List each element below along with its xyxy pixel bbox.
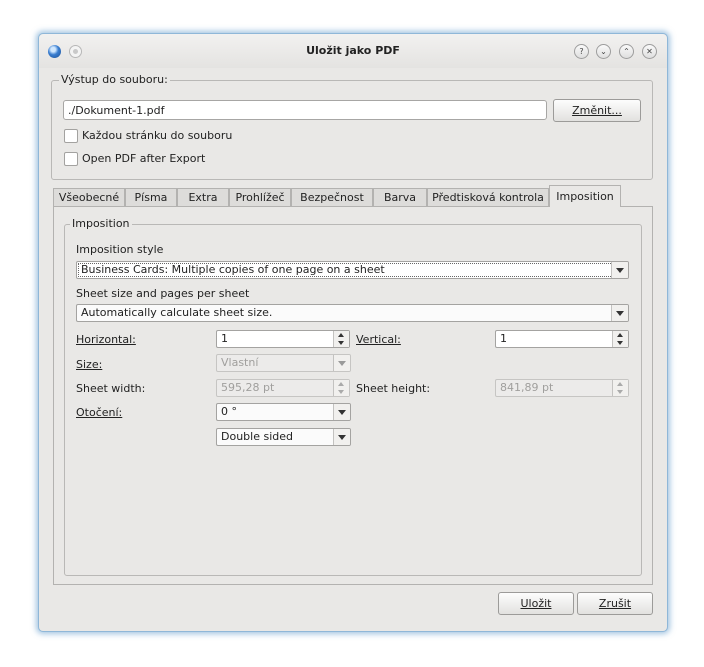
tab-viewer[interactable]: Prohlížeč — [229, 188, 291, 206]
cancel-button-label: Zrušit — [598, 597, 632, 610]
each-page-label[interactable]: Každou stránku do souboru — [82, 129, 232, 142]
imposition-group-title: Imposition — [70, 217, 132, 230]
vertical-spinbox[interactable]: 1 — [495, 330, 629, 348]
title-bar: Uložit jako PDF ? ⌄ ⌃ ✕ — [39, 34, 667, 68]
open-pdf-label[interactable]: Open PDF after Export — [82, 152, 205, 165]
horizontal-value: 1 — [221, 332, 228, 345]
sides-select[interactable]: Double sided — [216, 428, 351, 446]
sheet-height-label: Sheet height: — [356, 382, 431, 395]
file-path-input[interactable]: ./Dokument-1.pdf — [63, 100, 547, 120]
maximize-icon[interactable]: ⌃ — [619, 44, 634, 59]
stepper-icon — [612, 380, 628, 396]
vertical-label: Vertical: — [356, 333, 401, 346]
tab-general[interactable]: Všeobecné — [53, 188, 125, 206]
chevron-down-icon — [333, 429, 350, 445]
each-page-checkbox[interactable] — [64, 129, 78, 143]
sheet-size-select[interactable]: Automatically calculate sheet size. — [76, 304, 629, 322]
sheet-width-value: 595,28 pt — [221, 381, 275, 394]
imposition-panel: Imposition Imposition style Business Car… — [53, 206, 653, 585]
change-button[interactable]: Změnit... — [553, 99, 641, 122]
tab-fonts[interactable]: Písma — [125, 188, 177, 206]
output-group-title: Výstup do souboru: — [59, 73, 170, 86]
tab-color[interactable]: Barva — [373, 188, 427, 206]
stepper-icon — [333, 380, 349, 396]
sheet-width-spinbox: 595,28 pt — [216, 379, 350, 397]
size-value: Vlastní — [221, 356, 259, 369]
tab-imposition[interactable]: Imposition — [549, 185, 621, 207]
vertical-value: 1 — [500, 332, 507, 345]
sheet-size-value: Automatically calculate sheet size. — [81, 306, 273, 319]
save-as-pdf-dialog: Uložit jako PDF ? ⌄ ⌃ ✕ Výstup do soubor… — [38, 33, 668, 632]
cancel-button[interactable]: Zrušit — [577, 592, 653, 615]
window-title: Uložit jako PDF — [306, 44, 400, 57]
chevron-down-icon — [611, 262, 628, 278]
chevron-down-icon — [333, 404, 350, 420]
chevron-down-icon — [333, 355, 350, 371]
chevron-down-icon — [611, 305, 628, 321]
sheet-height-value: 841,89 pt — [500, 381, 554, 394]
size-select: Vlastní — [216, 354, 351, 372]
horizontal-label: Horizontal: — [76, 333, 136, 346]
rotation-select[interactable]: 0 ° — [216, 403, 351, 421]
stepper-icon[interactable] — [612, 331, 628, 347]
save-button[interactable]: Uložit — [498, 592, 574, 615]
change-button-label: Změnit... — [572, 104, 622, 117]
imposition-style-label: Imposition style — [76, 243, 164, 256]
rotation-value: 0 ° — [221, 405, 237, 418]
sheet-height-spinbox: 841,89 pt — [495, 379, 629, 397]
open-pdf-checkbox[interactable] — [64, 152, 78, 166]
tab-extra[interactable]: Extra — [177, 188, 229, 206]
sides-value: Double sided — [221, 430, 293, 443]
horizontal-spinbox[interactable]: 1 — [216, 330, 350, 348]
sheet-size-label: Sheet size and pages per sheet — [76, 287, 250, 300]
rotation-label: Otočení: — [76, 406, 123, 419]
sheet-width-label: Sheet width: — [76, 382, 146, 395]
tab-security[interactable]: Bezpečnost — [291, 188, 373, 206]
help-icon[interactable]: ? — [574, 44, 589, 59]
imposition-style-value: Business Cards: Multiple copies of one p… — [81, 263, 385, 276]
close-icon[interactable]: ✕ — [642, 44, 657, 59]
tab-preflight[interactable]: Předtisková kontrola — [427, 188, 549, 206]
minimize-icon[interactable]: ⌄ — [596, 44, 611, 59]
size-label: Size: — [76, 358, 103, 371]
save-button-label: Uložit — [520, 597, 552, 610]
stepper-icon[interactable] — [333, 331, 349, 347]
imposition-style-select[interactable]: Business Cards: Multiple copies of one p… — [76, 261, 629, 279]
